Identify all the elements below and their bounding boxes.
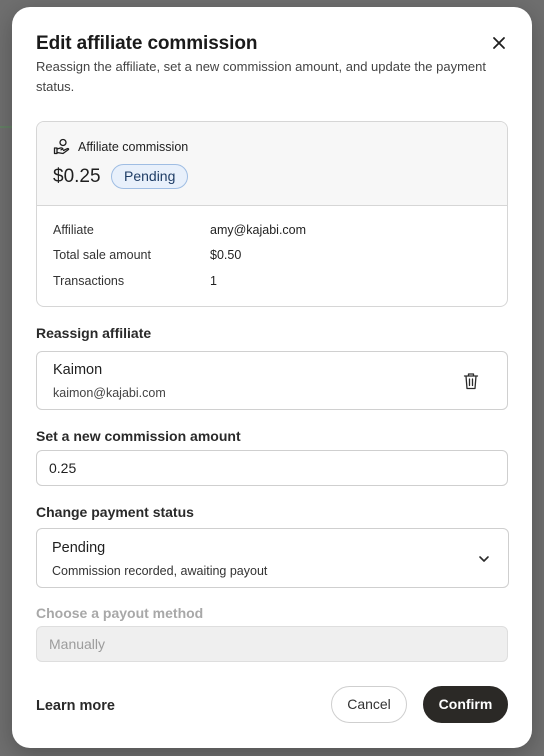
learn-more-link[interactable]: Learn more xyxy=(36,698,115,714)
modal-title: Edit affiliate commission xyxy=(36,33,258,54)
row-label: Total sale amount xyxy=(53,248,151,262)
selected-affiliate: Kaimon kaimon@kajabi.com xyxy=(36,351,508,410)
status-badge: Pending xyxy=(111,164,189,189)
row-value: 1 xyxy=(210,274,217,288)
edit-commission-modal: Edit affiliate commission Reassign the a… xyxy=(12,7,532,748)
cancel-button[interactable]: Cancel xyxy=(331,686,407,723)
commission-summary-card: Affiliate commission $0.25 Pending Affil… xyxy=(36,121,508,307)
trash-icon[interactable] xyxy=(463,372,479,390)
payout-method-input: Manually xyxy=(36,626,508,662)
row-value: amy@kajabi.com xyxy=(210,223,307,237)
payment-status-label: Change payment status xyxy=(36,504,194,520)
summary-row-affiliate: Affiliate amy@kajabi.com xyxy=(53,223,306,237)
payout-method-label: Choose a payout method xyxy=(36,605,204,621)
payment-status-select[interactable]: Pending Commission recorded, awaiting pa… xyxy=(36,528,509,588)
summary-label: Affiliate commission xyxy=(78,140,189,154)
hand-coin-icon xyxy=(53,138,70,155)
commission-amount-label: Set a new commission amount xyxy=(36,428,241,444)
modal-subtitle: Reassign the affiliate, set a new commis… xyxy=(36,59,486,94)
chevron-down-icon xyxy=(479,556,489,562)
row-label: Affiliate xyxy=(53,223,94,237)
background-hint xyxy=(0,126,12,128)
affiliate-email: kaimon@kajabi.com xyxy=(53,386,166,400)
affiliate-name: Kaimon xyxy=(53,362,103,378)
reassign-label: Reassign affiliate xyxy=(36,325,152,341)
summary-header: Affiliate commission $0.25 Pending xyxy=(37,122,507,206)
confirm-button[interactable]: Confirm xyxy=(423,686,508,723)
row-value: $0.50 xyxy=(210,248,242,262)
close-icon[interactable] xyxy=(490,34,508,52)
commission-amount: $0.25 xyxy=(53,166,101,187)
commission-amount-input[interactable]: 0.25 xyxy=(36,450,508,486)
row-label: Transactions xyxy=(53,274,125,288)
summary-row-transactions: Transactions 1 xyxy=(53,274,217,288)
payment-status-description: Commission recorded, awaiting payout xyxy=(52,564,268,578)
payment-status-value: Pending xyxy=(52,540,106,556)
summary-row-total-sale: Total sale amount $0.50 xyxy=(53,248,241,262)
